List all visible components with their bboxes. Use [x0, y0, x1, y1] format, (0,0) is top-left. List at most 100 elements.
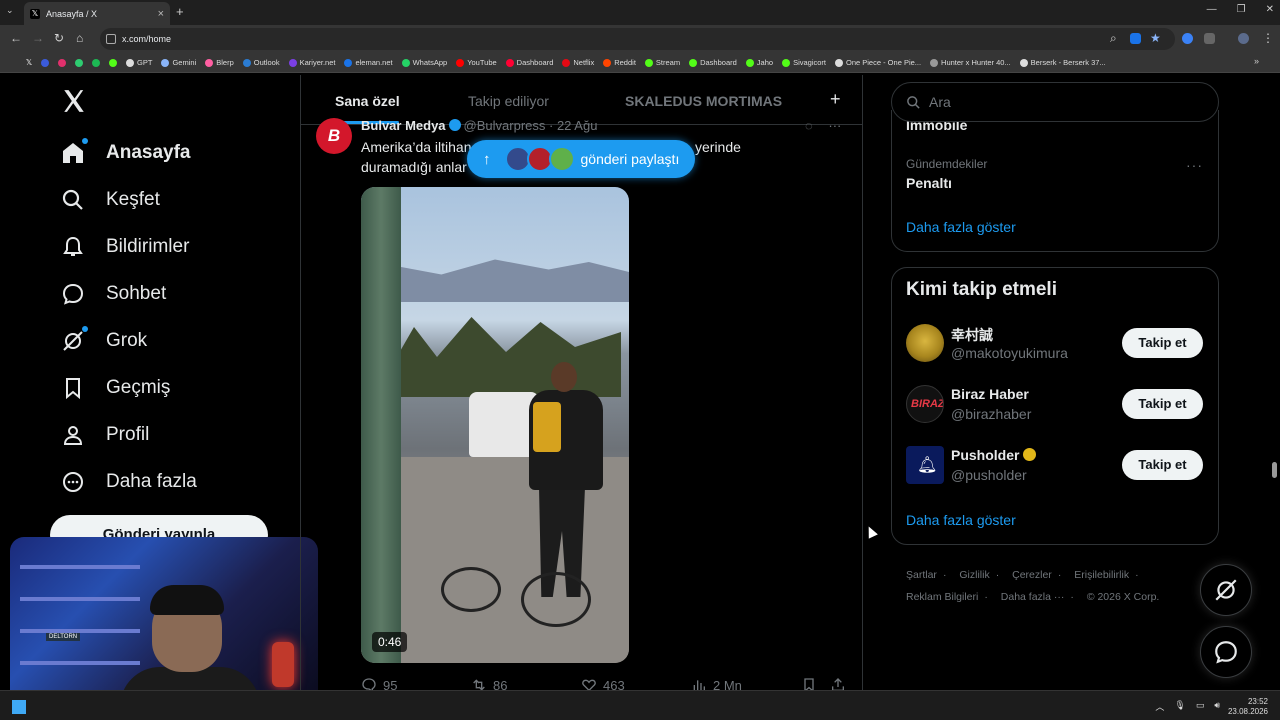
suggestion-name[interactable]: Pusholder	[951, 447, 1037, 463]
forward-icon[interactable]: →	[32, 31, 44, 45]
zoom-icon[interactable]: ⌕	[1110, 31, 1117, 46]
bookmark-item[interactable]: Reddit	[603, 58, 636, 67]
site-info-icon[interactable]	[106, 34, 116, 44]
page-scrollbar[interactable]	[1272, 462, 1277, 478]
home-button-icon[interactable]: ⌂	[76, 31, 83, 45]
suggestion-handle[interactable]: @birazhaber	[951, 406, 1031, 422]
bookmark-instagram-icon[interactable]	[58, 58, 67, 67]
tab-search-chevron-icon[interactable]: ⌄	[6, 5, 14, 16]
add-tab-button[interactable]: +	[830, 89, 841, 110]
trend-name[interactable]: Penaltı	[906, 175, 952, 191]
suggestion-avatar[interactable]: BIRAZ	[906, 385, 944, 423]
suggestion-avatar[interactable]	[906, 324, 944, 362]
browser-tab-active[interactable]: 𝕏 Anasayfa / X ×	[24, 2, 170, 25]
tweet-date[interactable]: · 22 Ağu	[549, 118, 597, 133]
minimize-icon[interactable]: —	[1207, 4, 1217, 15]
profile-avatar-icon[interactable]	[1238, 33, 1249, 44]
search-input[interactable]: Ara	[891, 82, 1219, 122]
bookmark-item[interactable]: Netflix	[562, 58, 594, 67]
follow-show-more-link[interactable]: Daha fazla göster	[906, 512, 1016, 528]
bookmark-x-icon[interactable]: 𝕏	[26, 58, 32, 67]
bookmark-item[interactable]: Kariyer.net	[288, 58, 335, 67]
reload-icon[interactable]: ↻	[54, 31, 64, 45]
tab-following[interactable]: Takip ediliyor	[468, 93, 549, 109]
nav-label: Sohbet	[106, 283, 167, 304]
tray-chevron-icon[interactable]: ︿	[1155, 700, 1164, 713]
follow-button[interactable]: Takip et	[1122, 389, 1203, 419]
footer-link[interactable]: Gizlilik	[959, 569, 989, 581]
trend-more-options-icon[interactable]: ···	[1186, 157, 1203, 173]
footer-link[interactable]: Reklam Bilgileri	[906, 591, 978, 603]
extensions-puzzle-icon[interactable]	[1204, 33, 1215, 44]
bookmark-item[interactable]: Sivagicort	[782, 58, 826, 67]
nav-item-profile[interactable]: Profil	[60, 422, 149, 448]
suggestion-name[interactable]: 幸村誠	[951, 325, 993, 345]
bookmark-item[interactable]: Outlook	[242, 58, 280, 67]
bookmark-spotify-icon[interactable]	[92, 58, 101, 67]
tweet-author-avatar[interactable]: B	[316, 118, 352, 154]
tab-close-button[interactable]: ×	[158, 8, 164, 20]
grok-fab-button[interactable]	[1200, 564, 1252, 616]
tweet-header: Bulvar Medya @Bulvarpress · 22 Ağu	[361, 118, 597, 133]
trends-show-more-link[interactable]: Daha fazla göster	[906, 219, 1016, 235]
new-tab-button[interactable]: +	[176, 4, 184, 19]
tweet-author-handle[interactable]: @Bulvarpress	[464, 118, 546, 133]
footer-link[interactable]: Erişilebilirlik	[1074, 569, 1129, 581]
bookmark-kick-icon[interactable]	[109, 58, 118, 67]
tweet-video[interactable]	[361, 187, 629, 663]
bookmark-item[interactable]: Dashboard	[689, 58, 737, 67]
suggestion-avatar[interactable]: 🔔︎	[906, 446, 944, 484]
maximize-icon[interactable]: ❐	[1237, 4, 1246, 15]
new-posts-pill[interactable]: ↑ gönderi paylaştı	[467, 140, 695, 178]
tab-for-you[interactable]: Sana özel	[335, 93, 400, 109]
bookmark-item[interactable]: Berserk - Berserk 37...	[1019, 58, 1106, 67]
nav-item-explore[interactable]: Keşfet	[60, 187, 160, 213]
nav-item-chat[interactable]: Sohbet	[60, 281, 166, 307]
grok-explain-icon[interactable]: ◌	[805, 118, 813, 133]
follow-button[interactable]: Takip et	[1122, 328, 1203, 358]
network-icon[interactable]: ▭	[1196, 700, 1205, 713]
more-options-icon[interactable]: ···	[828, 118, 841, 133]
address-bar[interactable]: x.com/home	[100, 28, 1175, 50]
browser-menu-icon[interactable]: ⋮	[1262, 31, 1274, 45]
extension-icon[interactable]	[1182, 33, 1193, 44]
bookmark-green-icon[interactable]	[75, 58, 84, 67]
bookmark-item[interactable]: eleman.net	[344, 58, 393, 67]
bookmark-item[interactable]: Blerp	[205, 58, 234, 67]
close-window-icon[interactable]: ✕	[1266, 4, 1274, 15]
bookmark-item[interactable]: GPT	[126, 58, 152, 67]
messages-fab-button[interactable]	[1200, 626, 1252, 678]
bookmark-item[interactable]: Hunter x Hunter 40...	[930, 58, 1011, 67]
nav-item-more[interactable]: Daha fazla	[60, 469, 197, 495]
windows-start-icon[interactable]	[12, 700, 26, 714]
bookmarks-overflow-icon[interactable]: »	[1254, 56, 1259, 66]
bookmark-item[interactable]: YouTube	[456, 58, 497, 67]
x-logo-icon[interactable]	[60, 88, 88, 114]
bookmark-item[interactable]: Jaho	[745, 58, 773, 67]
footer-link[interactable]: Çerezler	[1012, 569, 1052, 581]
taskbar-clock[interactable]: 23:52 23.08.2026	[1228, 697, 1268, 717]
bookmark-r-icon[interactable]	[41, 58, 50, 67]
suggestion-handle[interactable]: @makotoyukimura	[951, 345, 1068, 361]
suggestion-name[interactable]: Biraz Haber	[951, 386, 1029, 402]
footer-link[interactable]: Şartlar	[906, 569, 937, 581]
bookmark-item[interactable]: Gemini	[161, 58, 196, 67]
back-icon[interactable]: ←	[10, 31, 22, 45]
bookmark-item[interactable]: Stream	[644, 58, 680, 67]
tab-list[interactable]: SKALEDUS MORTIMAS	[625, 93, 782, 109]
cast-icon[interactable]	[1130, 33, 1141, 44]
mic-tray-icon[interactable]: 🎙︎	[1174, 700, 1185, 713]
nav-item-home[interactable]: Anasayfa	[60, 138, 191, 166]
bookmark-item[interactable]: One Piece - One Pie...	[835, 58, 921, 67]
nav-item-bookmarks[interactable]: Geçmiş	[60, 375, 170, 401]
follow-button[interactable]: Takip et	[1122, 450, 1203, 480]
bookmark-item[interactable]: WhatsApp	[401, 58, 447, 67]
footer-link[interactable]: Daha fazla ···	[1001, 591, 1065, 603]
nav-item-grok[interactable]: Grok	[60, 326, 147, 354]
bookmark-item[interactable]: Dashboard	[505, 58, 553, 67]
tweet-author-name[interactable]: Bulvar Medya	[361, 118, 446, 133]
suggestion-handle[interactable]: @pusholder	[951, 467, 1027, 483]
star-icon[interactable]: ★	[1150, 31, 1161, 45]
nav-item-notifications[interactable]: Bildirimler	[60, 234, 189, 260]
volume-icon[interactable]: 🔊︎	[1214, 700, 1220, 713]
